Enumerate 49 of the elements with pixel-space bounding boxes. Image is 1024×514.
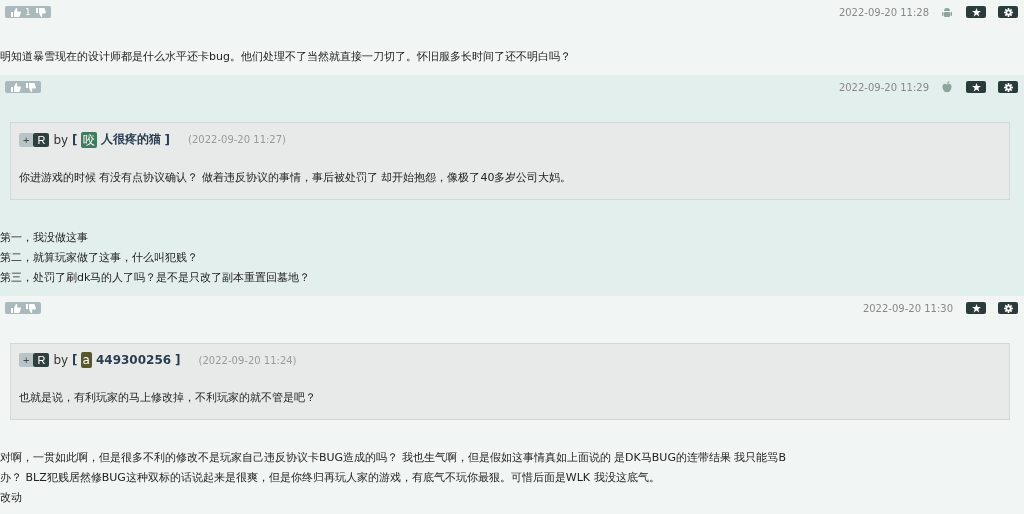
gear-icon [1003, 7, 1013, 17]
bracket: ] [164, 132, 171, 147]
quote-time: (2022-09-20 11:24) [198, 354, 297, 366]
avatar-initial: 咬 [80, 131, 97, 148]
gear-icon [1003, 82, 1013, 92]
by-label: by [53, 132, 69, 147]
favorite-button[interactable] [966, 302, 986, 314]
post-time: 2022-09-20 11:30 [862, 302, 953, 314]
post-text: 第三，处罚了刷dk马的人了吗？是不是只改了副本重置回墓地？ [0, 270, 312, 286]
star-icon [971, 82, 981, 92]
thumbs-down-icon [25, 81, 36, 93]
bracket: ] [175, 353, 181, 367]
plus-button[interactable]: + [19, 353, 34, 367]
thumbs-down-icon [34, 6, 46, 18]
reply-button[interactable]: R [33, 353, 50, 367]
star-icon [971, 7, 981, 17]
quote-text: 你进游戏的时候 有没有点协议确认？ 做着违反协议的事情，事后被处罚了 却开始抱怨，像极了40多岁公司大妈。 [19, 170, 573, 185]
favorite-button[interactable] [966, 81, 986, 93]
quote-text: 也就是说，有利玩家的马上修改掉，不利玩家的就不管是吧？ [19, 390, 317, 405]
post-text: 改动 [0, 490, 23, 506]
settings-button[interactable] [998, 6, 1018, 18]
vote-count: 1 [25, 6, 31, 18]
thumbs-up-icon [10, 81, 21, 93]
avatar-initial: a [80, 352, 92, 368]
settings-button[interactable] [998, 302, 1018, 314]
post-time: 2022-09-20 11:29 [838, 81, 929, 93]
gear-icon [1003, 303, 1013, 313]
post-text: 第一，我没做这事 [0, 230, 89, 246]
bracket: [ [72, 353, 78, 367]
post-text: 办？ BLZ犯贱居然修BUG这种双标的话说起来是很爽，但是你终归再玩人家的游戏，有底气不玩你最狠。可惜后面是WLK 我没这底气。 [0, 470, 661, 486]
favorite-button[interactable] [966, 6, 986, 18]
thumbs-down-icon [25, 302, 36, 314]
author-link[interactable]: 449300256 [95, 353, 172, 367]
post-text: 明知道暴雪现在的设计师都是什么水平还卡bug。他们处理不了当然就直接一刀切了。怀旧服多长时间了还不明白吗？ [0, 49, 572, 65]
thumbs-up-icon [10, 302, 21, 314]
bracket: [ [72, 132, 78, 147]
author-link[interactable]: 人很疼的猫 [100, 131, 161, 148]
star-icon [971, 303, 981, 313]
apple-icon [942, 81, 952, 93]
settings-button[interactable] [998, 81, 1018, 93]
reply-button[interactable]: R [33, 132, 50, 147]
quote-time: (2022-09-20 11:27) [188, 134, 286, 145]
by-label: by [53, 353, 69, 367]
post-text: 对啊，一贯如此啊，但是很多不利的修改不是玩家自己违反协议卡BUG造成的吗？ 我也生气啊，但是假如这事情真如上面说的 是DK马BUG的连带结果 我只能骂B [0, 450, 787, 466]
plus-button[interactable]: + [19, 132, 34, 147]
post-time: 2022-09-20 11:28 [838, 6, 929, 18]
android-icon [942, 6, 952, 18]
post-text: 第二，就算玩家做了这事，什么叫犯贱？ [0, 250, 199, 266]
thumbs-up-icon [10, 6, 21, 18]
